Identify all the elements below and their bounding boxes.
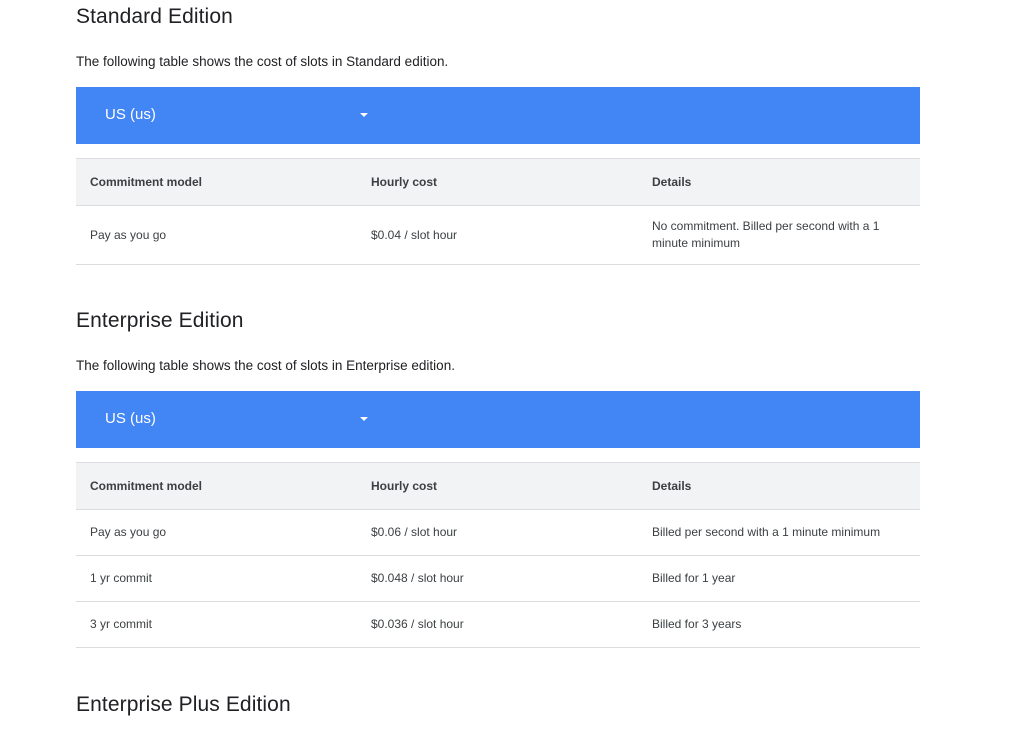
commitment-model-cell: 3 yr commit [76,601,357,648]
hourly-cost-cell: $0.036 / slot hour [357,601,638,648]
standard-region-selector[interactable]: US (us) [76,87,920,144]
column-header-details: Details [638,462,920,510]
table-row: Pay as you go $0.04 / slot hour No commi… [76,205,920,265]
hourly-cost-cell: $0.048 / slot hour [357,555,638,602]
enterprise-edition-heading: Enterprise Edition [76,309,244,332]
table-row: 3 yr commit $0.036 / slot hour Billed fo… [76,601,920,648]
enterprise-region-label: US (us) [105,410,156,427]
enterprise-plus-edition-heading: Enterprise Plus Edition [76,693,291,716]
pricing-page: Standard Edition The following table sho… [0,0,1024,732]
commitment-model-cell: Pay as you go [76,509,357,556]
column-header-commitment-model: Commitment model [76,462,357,510]
commitment-model-cell: 1 yr commit [76,555,357,602]
standard-region-label: US (us) [105,106,156,123]
table-header-row: Commitment model Hourly cost Details [76,462,920,510]
details-cell: Billed for 1 year [638,555,920,602]
enterprise-pricing-table: Commitment model Hourly cost Details Pay… [76,462,920,648]
column-header-hourly-cost: Hourly cost [357,158,638,206]
table-row: 1 yr commit $0.048 / slot hour Billed fo… [76,555,920,602]
table-row: Pay as you go $0.06 / slot hour Billed p… [76,509,920,556]
column-header-details: Details [638,158,920,206]
chevron-down-icon [360,113,368,117]
standard-edition-description: The following table shows the cost of sl… [76,54,449,69]
hourly-cost-cell: $0.06 / slot hour [357,509,638,556]
details-cell: No commitment. Billed per second with a … [638,205,920,265]
details-cell: Billed for 3 years [638,601,920,648]
column-header-hourly-cost: Hourly cost [357,462,638,510]
standard-edition-heading: Standard Edition [76,5,233,28]
details-cell: Billed per second with a 1 minute minimu… [638,509,920,556]
standard-pricing-table: Commitment model Hourly cost Details Pay… [76,158,920,265]
column-header-commitment-model: Commitment model [76,158,357,206]
table-header-row: Commitment model Hourly cost Details [76,158,920,206]
chevron-down-icon [360,417,368,421]
hourly-cost-cell: $0.04 / slot hour [357,205,638,265]
commitment-model-cell: Pay as you go [76,205,357,265]
enterprise-edition-description: The following table shows the cost of sl… [76,358,455,373]
enterprise-region-selector[interactable]: US (us) [76,391,920,448]
